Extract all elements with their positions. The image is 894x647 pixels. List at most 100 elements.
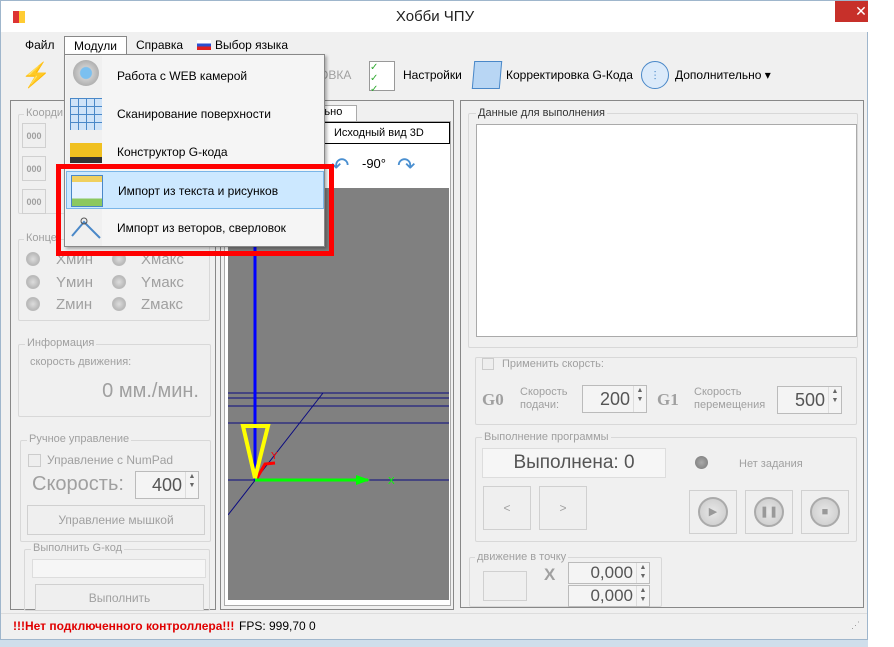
connect-icon[interactable]: ⚡	[21, 61, 51, 91]
menu-item-surface-scan[interactable]: Сканирование поверхности	[66, 95, 324, 133]
play-button[interactable]: ▶	[689, 490, 737, 534]
rotate-right-icon[interactable]: ↷	[397, 153, 415, 179]
manual-speed-label: Скорость:	[32, 473, 124, 495]
menu-item-label: Сканирование поверхности	[117, 107, 271, 121]
y-axis-label: Y	[271, 451, 278, 462]
connection-error: !!!Нет подключенного контроллера!!!	[13, 619, 235, 633]
coord-x-button[interactable]: 000	[22, 123, 46, 148]
numpad-checkbox[interactable]	[28, 454, 41, 467]
feed-label-line1: Скорость	[520, 386, 568, 398]
stop-icon: ■	[810, 497, 840, 527]
chevron-down-icon: ▾	[764, 68, 771, 82]
more-button[interactable]: Дополнительно ▾	[675, 68, 771, 82]
manual-speed-stepper[interactable]: 400 ▲ ▼	[135, 471, 199, 499]
data-label: Данные для выполнения	[476, 107, 608, 119]
x-axis-label: X	[388, 476, 395, 487]
stepper-arrows[interactable]: ▲ ▼	[185, 472, 198, 498]
g1-label: G1	[657, 390, 679, 409]
data-textarea[interactable]	[476, 124, 857, 337]
menu-modules[interactable]: Модули	[64, 36, 127, 55]
pause-icon: ❚❚	[754, 497, 784, 527]
move-speed-stepper[interactable]: 500 ▲ ▼	[777, 386, 842, 414]
webcam-icon	[73, 60, 99, 86]
right-panel: Данные для выполнения Применить скорсть:…	[460, 100, 864, 608]
limit-zmin-label: Zмин	[56, 296, 93, 313]
menu-file[interactable]: Файл	[16, 36, 64, 55]
title-bar: Хобби ЧПУ ✕	[1, 1, 887, 32]
apply-speed-label: Применить скорсть:	[500, 358, 606, 370]
desktop-background	[868, 0, 894, 647]
prev-button[interactable]: <	[483, 486, 531, 530]
limit-ymax-indicator	[112, 275, 126, 289]
highlight-box	[56, 164, 334, 256]
stepper-arrows[interactable]: ▲ ▼	[633, 386, 646, 412]
done-counter: Выполнена: 0	[482, 448, 666, 478]
goto-button[interactable]	[483, 571, 527, 601]
feed-label: Скорость подачи:	[520, 386, 568, 412]
sliders-icon: ⫶	[641, 61, 669, 89]
grid-icon	[70, 98, 102, 130]
mouse-control-button[interactable]: Управление мышкой	[27, 505, 205, 535]
stepper-arrows[interactable]: ▲ ▼	[636, 563, 649, 583]
move-label-line2: перемещения	[694, 399, 766, 411]
speed-value: 0 мм./мин.	[102, 380, 199, 402]
manual-speed-value: 400	[151, 475, 182, 495]
move-label-line1: Скорость	[694, 386, 742, 398]
limit-ymin-label: Yмин	[56, 274, 93, 291]
move-speed-value: 500	[794, 390, 825, 410]
feed-speed-stepper[interactable]: 200 ▲ ▼	[582, 385, 647, 413]
coord-y-button[interactable]: 000	[22, 156, 46, 181]
stepper-arrows[interactable]: ▲ ▼	[828, 387, 841, 413]
goto-x-stepper[interactable]: 0,000 ▲ ▼	[568, 562, 650, 584]
goto-y-stepper[interactable]: 0,000 ▲ ▼	[568, 585, 650, 607]
pause-button[interactable]: ❚❚	[745, 490, 793, 534]
menu-help[interactable]: Справка	[127, 36, 192, 55]
resize-grip[interactable]: ⋰	[851, 620, 860, 631]
angle-label: -90°	[362, 156, 386, 171]
goto-label: движение в точку	[475, 551, 569, 563]
coord-z-button[interactable]: 000	[22, 189, 46, 214]
limits-label: Конце	[24, 232, 59, 244]
menu-language[interactable]: Выбор языка	[206, 36, 297, 55]
settings-button[interactable]: Настройки	[403, 68, 462, 82]
stepper-arrows[interactable]: ▲ ▼	[636, 586, 649, 606]
more-label: Дополнительно	[675, 68, 762, 82]
limit-zmin-indicator	[26, 297, 40, 311]
goto-y-value: 0,000	[590, 586, 633, 605]
coords-label: Коорди	[24, 107, 66, 119]
menu-item-label: Конструктор G-кода	[117, 145, 228, 159]
x-axis-arrow	[356, 475, 370, 485]
manual-label: Ручное управление	[27, 433, 132, 445]
main-window: Хобби ЧПУ ✕ Файл Модули Справка Выбор яз…	[0, 0, 887, 640]
gcode-input[interactable]	[32, 559, 206, 578]
stop-button[interactable]: ■	[801, 490, 849, 534]
limit-ymin-indicator	[26, 275, 40, 289]
status-led	[695, 456, 708, 469]
menu-item-webcam[interactable]: Работа с WEB камерой	[66, 57, 324, 95]
reset-3d-view-button[interactable]: Исходный вид 3D	[324, 122, 450, 144]
g0-label: G0	[482, 390, 504, 409]
status-bar: !!!Нет подключенного контроллера!!! FPS:…	[1, 613, 867, 635]
apply-speed-checkbox[interactable]	[482, 358, 494, 370]
gcode-fix-icon	[471, 61, 503, 89]
gcode-label: Выполнить G-код	[31, 542, 124, 554]
limit-xmin-indicator	[26, 252, 40, 266]
goto-x-value: 0,000	[590, 563, 633, 582]
limit-zmax-label: Zмакс	[141, 296, 184, 313]
limit-ymax-label: Yмакс	[141, 274, 184, 291]
menu-item-label: Работа с WEB камерой	[117, 69, 248, 83]
gcode-fix-button[interactable]: Корректировка G-Кода	[506, 68, 633, 82]
speed-caption: скорость движения:	[30, 356, 132, 368]
settings-icon: ✓ ✓ ✓	[369, 61, 395, 95]
play-icon: ▶	[698, 497, 728, 527]
run-gcode-button[interactable]: Выполнить	[35, 584, 204, 611]
window-title: Хобби ЧПУ	[395, 8, 475, 25]
feed-label-line2: подачи:	[520, 399, 560, 411]
fps-readout: FPS: 999,70 0	[239, 619, 316, 633]
next-button[interactable]: >	[539, 486, 587, 530]
limit-zmax-indicator	[112, 297, 126, 311]
feed-speed-value: 200	[599, 389, 630, 409]
move-label: Скорость перемещения	[694, 386, 765, 412]
bulldozer-icon	[70, 143, 102, 163]
goto-x-label: X	[544, 565, 556, 584]
